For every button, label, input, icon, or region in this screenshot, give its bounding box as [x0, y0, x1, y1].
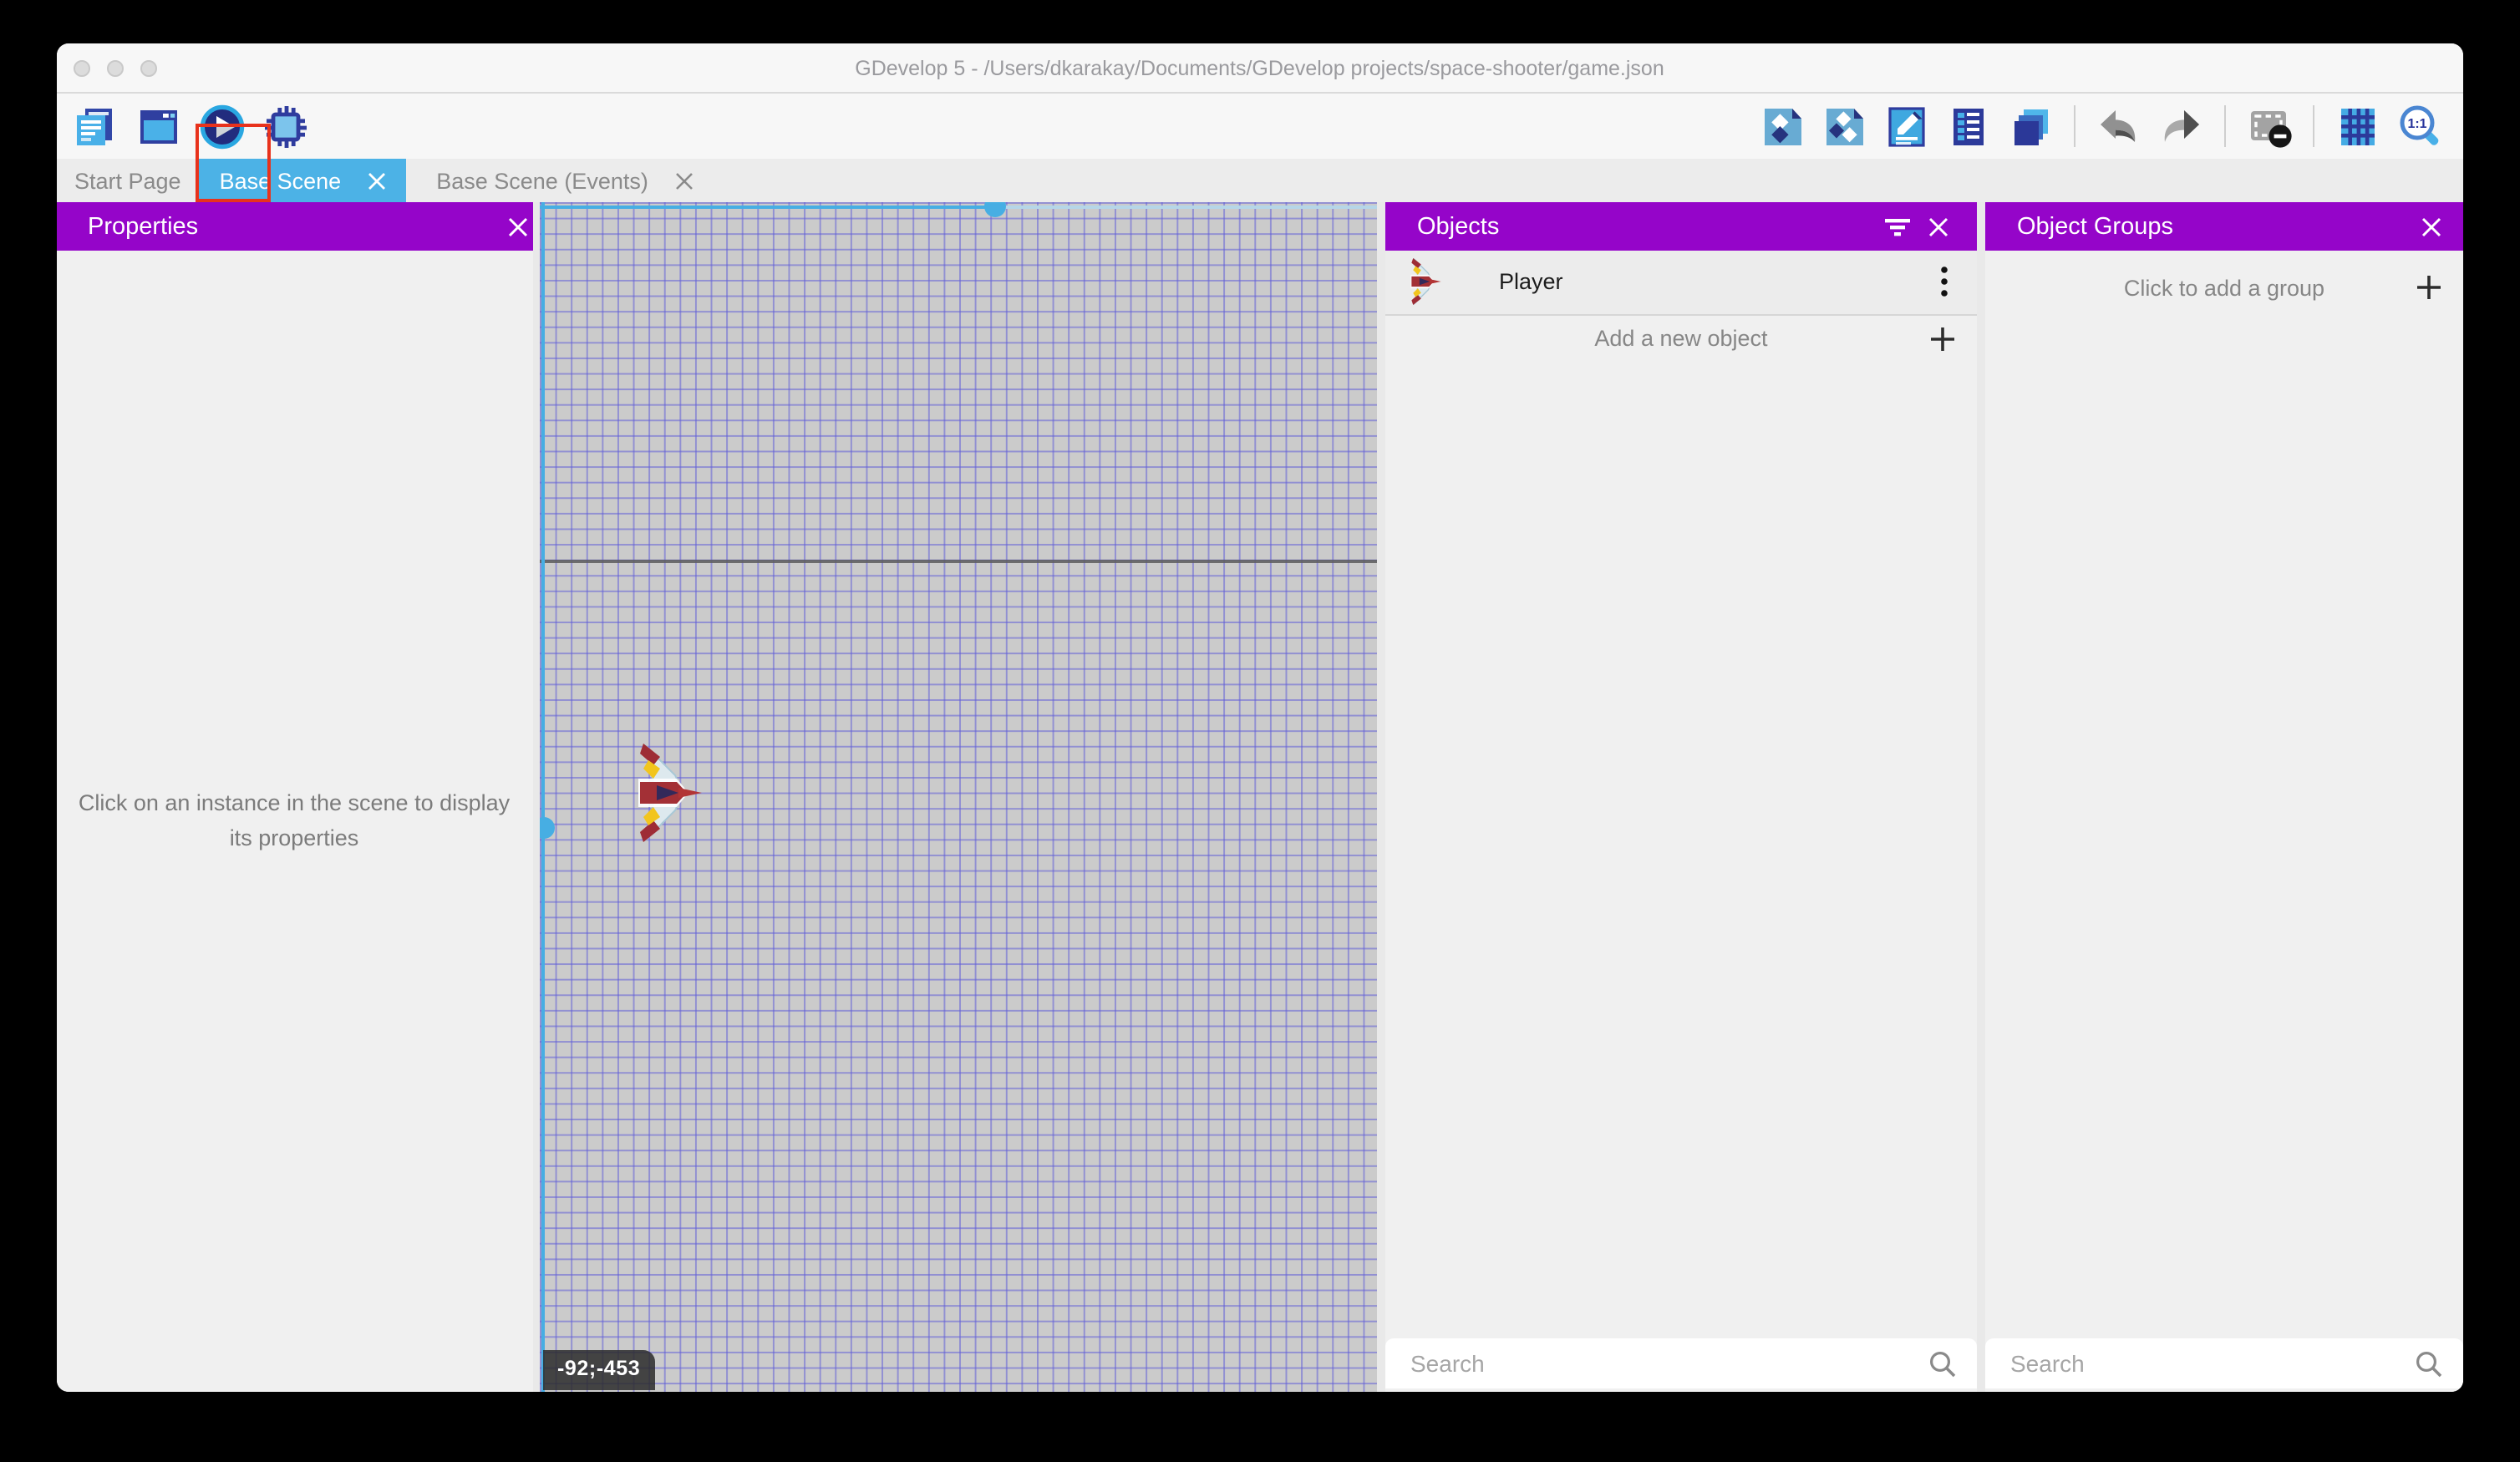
object-groups-panel-header: Object Groups	[1985, 202, 2463, 251]
objects-panel: Objects	[1385, 202, 1977, 1392]
svg-text:1:1: 1:1	[2407, 116, 2426, 130]
player-object-thumbnail	[1409, 258, 1442, 307]
object-groups-panel: Object Groups Click to add a group	[1985, 202, 2463, 1392]
plus-icon	[1930, 326, 1955, 351]
toolbar: 1:1	[56, 94, 2463, 159]
properties-empty-state: Click on an instance in the scene to dis…	[56, 251, 532, 1392]
search-icon	[1928, 1349, 1957, 1378]
objects-search-bar	[1385, 1338, 1977, 1388]
gdevelop-window: GDevelop 5 - /Users/dkarakay/Documents/G…	[56, 43, 2463, 1392]
play-icon	[198, 103, 245, 150]
add-new-object-label: Add a new object	[1594, 326, 1767, 351]
player-ship-instance[interactable]	[635, 741, 704, 843]
horizontal-scrollbar-thumb[interactable]	[983, 202, 1005, 216]
toolbar-left	[71, 103, 308, 150]
window-title: GDevelop 5 - /Users/dkarakay/Documents/G…	[855, 56, 1664, 79]
scene-window-icon	[135, 103, 181, 150]
zoom-window-button[interactable]	[140, 59, 156, 76]
project-manager-button[interactable]	[71, 103, 118, 150]
close-objects-icon[interactable]	[1928, 216, 1948, 236]
properties-editor-icon	[1883, 103, 1930, 150]
filter-icon[interactable]	[1885, 216, 1910, 236]
groups-search-input[interactable]	[2010, 1350, 2415, 1377]
close-tab-icon[interactable]	[675, 171, 694, 190]
project-manager-icon	[71, 103, 118, 150]
scene-window-button[interactable]	[135, 103, 181, 150]
debugger-button[interactable]	[262, 103, 308, 150]
redo-button[interactable]	[2157, 103, 2204, 150]
plus-icon	[2416, 275, 2441, 300]
object-options-kebab-icon[interactable]	[1940, 267, 1948, 298]
toggle-window-mask-button[interactable]	[2246, 103, 2293, 150]
tab-start-page[interactable]: Start Page	[56, 159, 200, 202]
toggle-grid-button[interactable]	[2335, 103, 2381, 150]
objects-list-empty-area	[1385, 362, 1977, 1338]
properties-empty-message: Click on an instance in the scene to dis…	[74, 786, 515, 856]
close-object-groups-icon[interactable]	[2421, 216, 2441, 236]
minimize-window-button[interactable]	[106, 59, 123, 76]
open-object-groups-editor-button[interactable]	[1821, 103, 1868, 150]
objects-search-input[interactable]	[1410, 1350, 1928, 1377]
object-groups-editor-icon	[1821, 103, 1868, 150]
vertical-scrollbar-thumb[interactable]	[539, 816, 554, 838]
tab-label: Start Page	[74, 168, 181, 193]
layers-editor-icon	[2007, 103, 2054, 150]
grid-icon	[2335, 103, 2381, 150]
object-list-item-player[interactable]: Player	[1385, 251, 1977, 315]
zoom-1-1-button[interactable]: 1:1	[2396, 103, 2443, 150]
groups-list-empty-area	[1985, 324, 2463, 1338]
undo-icon	[2096, 103, 2142, 150]
titlebar: GDevelop 5 - /Users/dkarakay/Documents/G…	[56, 43, 2463, 94]
toolbar-separator	[2313, 105, 2314, 147]
undo-button[interactable]	[2096, 103, 2142, 150]
render-mask-icon	[2246, 103, 2293, 150]
zoom-1-1-icon: 1:1	[2396, 103, 2443, 150]
groups-search-bar	[1985, 1338, 2463, 1388]
open-layers-editor-button[interactable]	[2007, 103, 2054, 150]
add-group-button[interactable]: Click to add a group	[1985, 251, 2463, 324]
open-objects-editor-button[interactable]	[1760, 103, 1806, 150]
toolbar-separator	[2074, 105, 2075, 147]
debugger-icon	[262, 103, 308, 150]
objects-panel-header: Objects	[1385, 202, 1977, 251]
tab-label: Base Scene	[220, 168, 342, 193]
properties-panel: Properties Click on an instance in the s…	[56, 202, 532, 1392]
add-group-label: Click to add a group	[2124, 275, 2324, 300]
open-instances-list-button[interactable]	[1945, 103, 1992, 150]
toolbar-separator	[2224, 105, 2226, 147]
instances-list-icon	[1945, 103, 1992, 150]
editor-content: Properties Click on an instance in the s…	[56, 202, 2463, 1392]
open-properties-button[interactable]	[1883, 103, 1930, 150]
tab-base-scene-events[interactable]: Base Scene (Events)	[416, 159, 714, 202]
traffic-lights	[73, 43, 156, 92]
object-groups-panel-title: Object Groups	[2017, 213, 2173, 240]
tab-bar: Start Page Base Scene Base Scene (Events…	[56, 159, 2463, 202]
horizontal-scrollbar-track[interactable]	[539, 205, 993, 209]
redo-icon	[2157, 103, 2204, 150]
objects-panel-title: Objects	[1417, 213, 1499, 240]
close-properties-icon[interactable]	[507, 216, 532, 236]
properties-panel-title: Properties	[88, 213, 198, 240]
tab-base-scene[interactable]: Base Scene	[200, 159, 407, 202]
scene-window-border-line	[539, 560, 1377, 562]
toolbar-right: 1:1	[1760, 103, 2443, 150]
add-new-object-button[interactable]: Add a new object	[1385, 315, 1977, 362]
search-icon	[2415, 1349, 2443, 1378]
horizontal-scrollbar-track[interactable]	[993, 205, 1377, 209]
tab-label: Base Scene (Events)	[436, 168, 648, 193]
properties-panel-header: Properties	[56, 202, 532, 251]
scene-canvas[interactable]: -92;-453	[539, 202, 1377, 1392]
vertical-scrollbar-track[interactable]	[541, 202, 545, 1392]
preview-play-button[interactable]	[198, 103, 245, 150]
close-window-button[interactable]	[73, 59, 89, 76]
cursor-coordinates-tooltip: -92;-453	[542, 1349, 655, 1389]
close-tab-icon[interactable]	[368, 171, 386, 190]
object-name: Player	[1499, 270, 1940, 295]
screenshot-root: GDevelop 5 - /Users/dkarakay/Documents/G…	[0, 0, 2520, 1462]
objects-editor-icon	[1760, 103, 1806, 150]
